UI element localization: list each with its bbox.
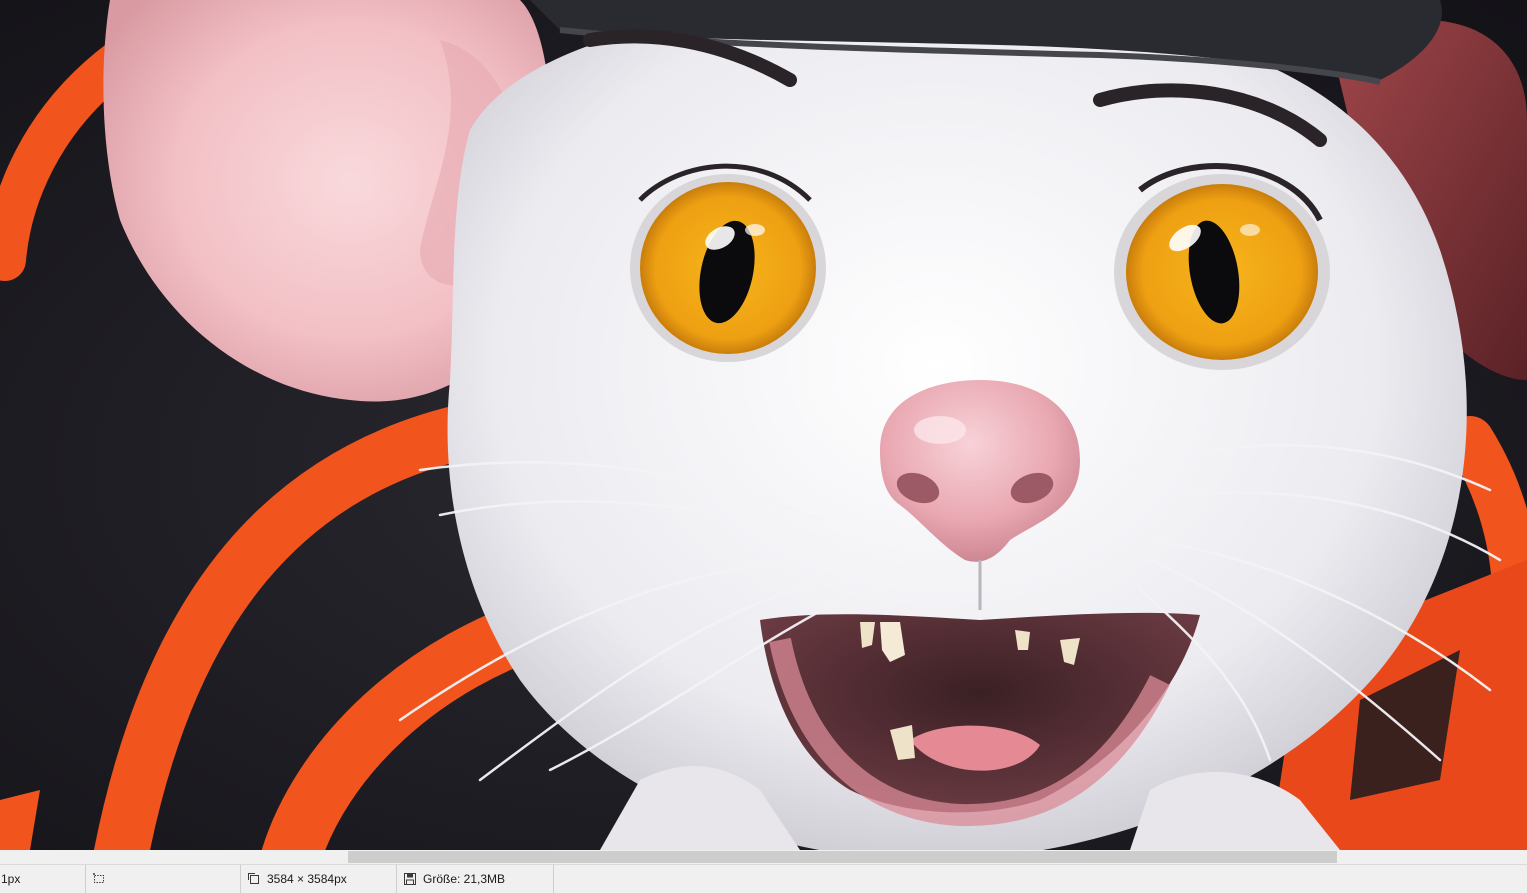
image-content bbox=[0, 0, 1527, 850]
horizontal-scrollbar[interactable] bbox=[0, 850, 1527, 864]
image-size-icon bbox=[247, 872, 261, 886]
selection-icon bbox=[92, 872, 106, 886]
status-zoom-field: 1px bbox=[0, 865, 86, 893]
status-filesize-field: Größe: 21,3MB bbox=[397, 865, 554, 893]
status-bar: 1px 3584 × 3584px Größe: 21,3MB bbox=[0, 864, 1527, 893]
horizontal-scrollbar-thumb[interactable] bbox=[348, 851, 1337, 863]
status-empty-area bbox=[554, 865, 1527, 893]
image-canvas[interactable] bbox=[0, 0, 1527, 850]
file-size-text: Größe: 21,3MB bbox=[423, 872, 506, 886]
image-viewer-window: 1px 3584 × 3584px Größe: 21,3MB bbox=[0, 0, 1527, 893]
status-selection-field bbox=[86, 865, 241, 893]
status-dimensions-field: 3584 × 3584px bbox=[241, 865, 397, 893]
zoom-value: 1px bbox=[1, 872, 21, 886]
save-disk-icon bbox=[403, 872, 417, 886]
left-eye bbox=[630, 174, 826, 362]
right-eye bbox=[1114, 174, 1330, 370]
image-dimensions-text: 3584 × 3584px bbox=[267, 872, 347, 886]
